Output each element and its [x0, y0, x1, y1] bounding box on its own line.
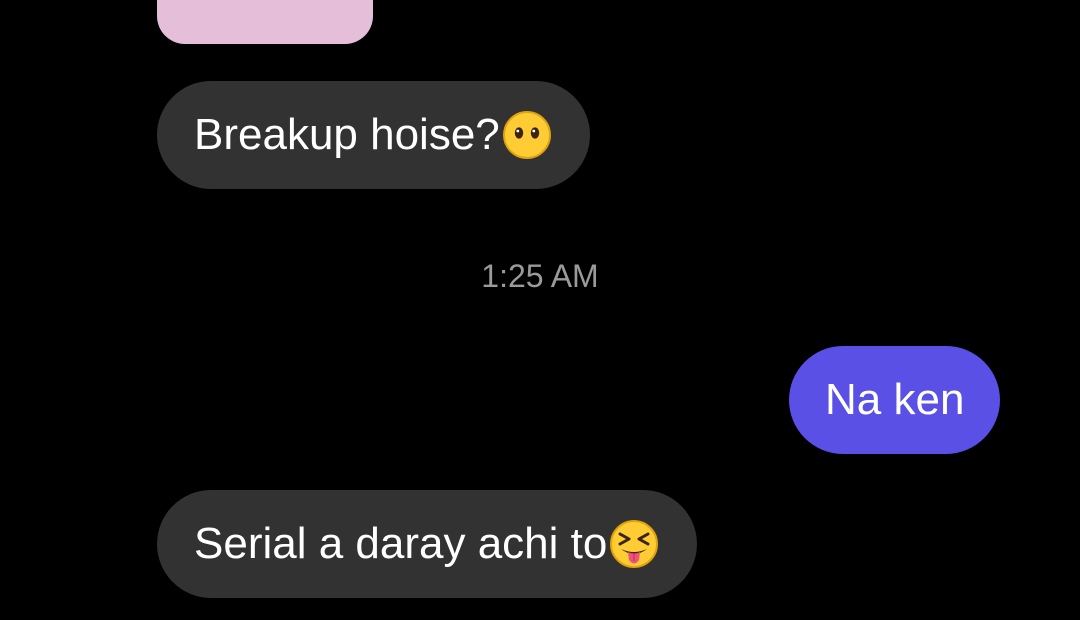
- face-without-mouth-emoji: [502, 111, 551, 159]
- message-text: Serial a daray achi to: [194, 519, 608, 568]
- outgoing-message-bubble[interactable]: Na ken: [789, 346, 1001, 454]
- message-timestamp: 1:25 AM: [481, 258, 599, 294]
- incoming-message-bubble[interactable]: Breakup hoise?: [157, 81, 590, 189]
- message-text: Breakup hoise?: [194, 110, 500, 159]
- squinting-face-with-tongue-emoji: [610, 520, 659, 568]
- message-text: Na ken: [825, 375, 965, 424]
- partial-message-bubble[interactable]: [157, 0, 373, 44]
- incoming-message-bubble[interactable]: Serial a daray achi to: [157, 490, 698, 598]
